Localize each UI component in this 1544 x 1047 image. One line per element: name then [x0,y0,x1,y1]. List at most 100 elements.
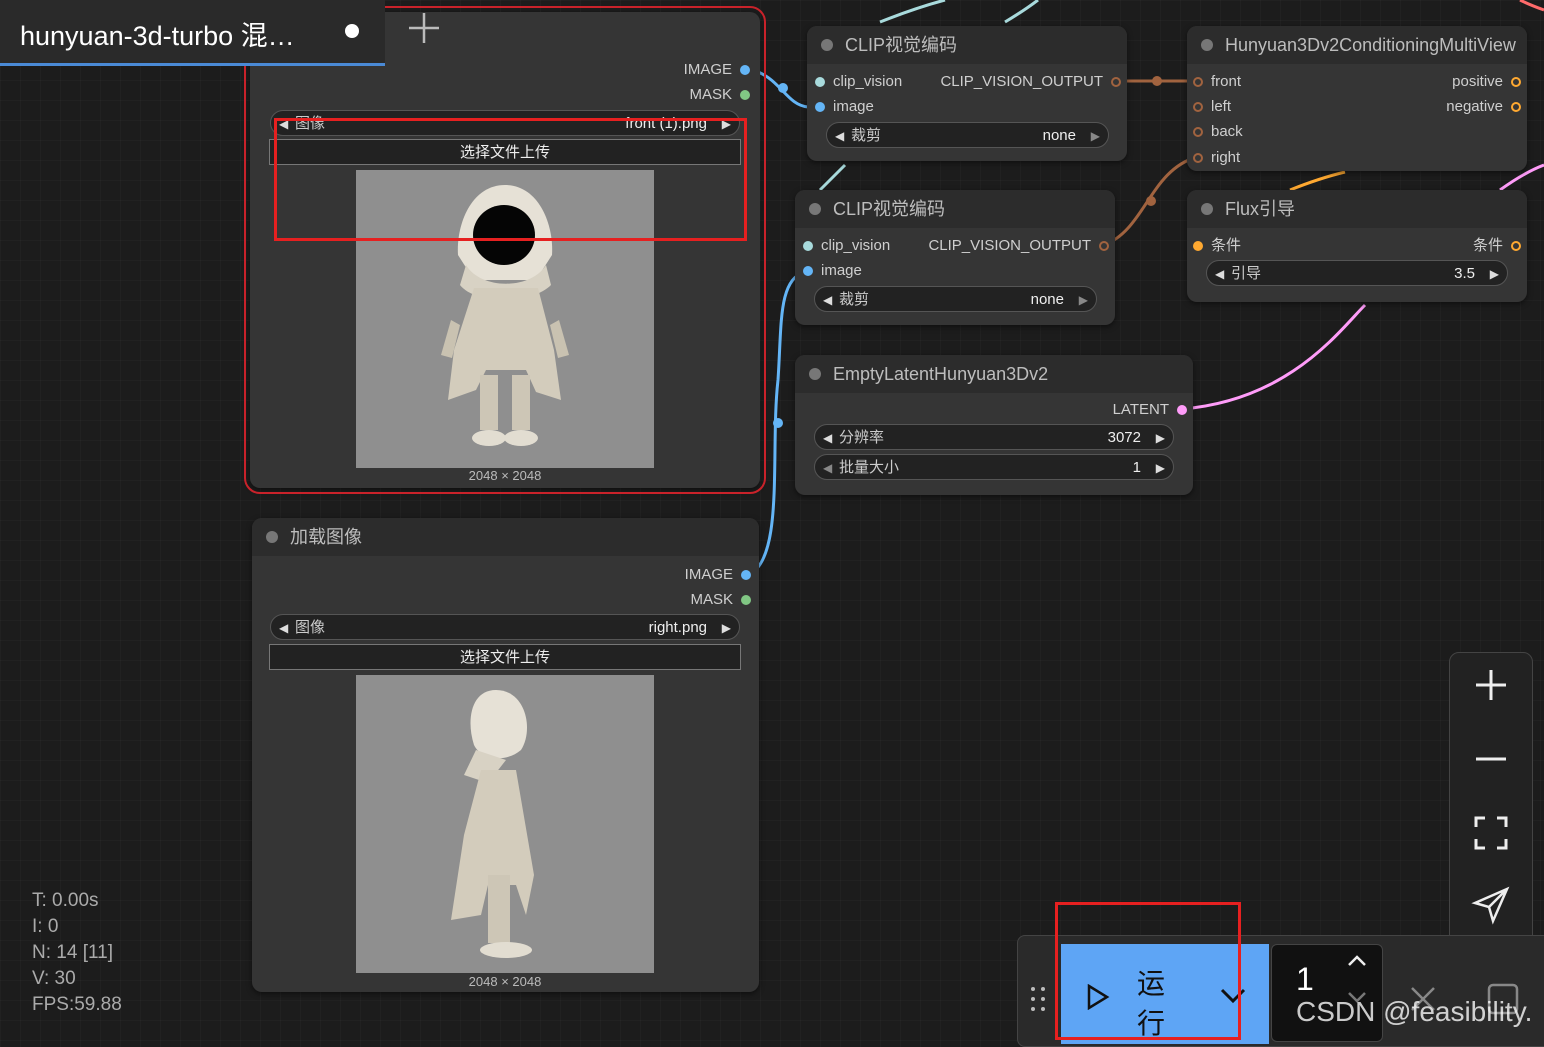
node-title: EmptyLatentHunyuan3Dv2 [833,364,1049,384]
input-image[interactable]: image [803,261,862,281]
image-input-pin[interactable] [803,266,813,276]
prev-arrow-icon[interactable]: ◀ [279,615,288,641]
zoom-out-icon[interactable] [1450,739,1532,799]
output-conditioning[interactable]: 条件 [1473,236,1521,256]
resolution-widget[interactable]: ◀ 分辨率 3072 ▶ [814,424,1174,450]
input-image[interactable]: image [815,97,874,117]
image-output-pin[interactable] [740,65,750,75]
clip-vision-output-pin[interactable] [1099,241,1109,251]
next-arrow-icon[interactable]: ▶ [1490,261,1499,287]
wire-top-right [1519,0,1544,12]
crop-widget[interactable]: ◀ 裁剪 none ▶ [814,286,1097,312]
input-back[interactable]: back [1193,122,1243,142]
conditioning-output-pin[interactable] [1511,241,1521,251]
next-arrow-icon[interactable]: ▶ [722,615,731,641]
mask-output-pin[interactable] [741,595,751,605]
image-input-pin[interactable] [815,102,825,112]
output-clip-vision-output[interactable]: CLIP_VISION_OUTPUT [928,236,1109,256]
clip-vision-output-pin[interactable] [1111,77,1121,87]
input-clip-vision[interactable]: clip_vision [803,236,890,256]
stat-nodes: N: 14 [11] [32,942,113,963]
collapse-dot-icon[interactable] [266,531,278,543]
input-clip-vision[interactable]: clip_vision [815,72,902,92]
clip-vision-encode-node-1[interactable]: CLIP视觉编码 clip_vision image CLIP_VISION_O… [807,26,1127,161]
batch-size-widget[interactable]: ◀ 批量大小 1 ▶ [814,454,1174,480]
wire-conditioning [1289,170,1346,192]
unsaved-dot-icon[interactable] [345,24,359,38]
output-latent[interactable]: LATENT [1113,400,1187,420]
run-label-2: 行 [1137,1008,1166,1039]
collapse-dot-icon[interactable] [1201,39,1213,51]
collapse-dot-icon[interactable] [821,39,833,51]
image-output-pin[interactable] [741,570,751,580]
prev-arrow-icon[interactable]: ◀ [823,455,832,481]
next-arrow-icon[interactable]: ▶ [1091,123,1100,149]
increment-icon[interactable] [1346,953,1368,974]
output-clip-vision-output[interactable]: CLIP_VISION_OUTPUT [940,72,1121,92]
run-button[interactable]: 运 行 [1061,944,1269,1044]
guidance-widget[interactable]: ◀ 引导 3.5 ▶ [1206,260,1508,286]
wire-clip-vision-top-2 [1004,0,1039,24]
next-arrow-icon[interactable]: ▶ [722,111,731,137]
collapse-dot-icon[interactable] [809,368,821,380]
conditioning-multiview-node[interactable]: Hunyuan3Dv2ConditioningMultiView front l… [1187,26,1527,171]
upload-button[interactable]: 选择文件上传 [269,644,741,670]
collapse-dot-icon[interactable] [1201,203,1213,215]
clip-vision-input-pin[interactable] [803,241,813,251]
front-input-pin[interactable] [1193,77,1203,87]
new-tab-plus-icon[interactable] [406,10,442,56]
empty-latent-node[interactable]: EmptyLatentHunyuan3Dv2 LATENT ◀ 分辨率 3072… [795,355,1193,495]
hooded-character-side-image [451,690,534,958]
stat-time: T: 0.00s [32,890,99,911]
load-image-node-right[interactable]: 加载图像 IMAGE MASK ◀ 图像 right.png ▶ 选择文件上传 … [252,518,759,992]
wire-latent [1181,303,1367,411]
node-title: Flux引导 [1225,199,1296,219]
flux-guidance-node[interactable]: Flux引导 条件 条件 ◀ 引导 3.5 ▶ [1187,190,1527,302]
next-arrow-icon[interactable]: ▶ [1156,455,1165,481]
crop-widget[interactable]: ◀ 裁剪 none ▶ [826,122,1109,148]
play-icon [1086,983,1110,1015]
mask-output-pin[interactable] [740,90,750,100]
left-input-pin[interactable] [1193,102,1203,112]
conditioning-input-pin[interactable] [1193,241,1203,251]
image-select-widget[interactable]: ◀ 图像 right.png ▶ [270,614,740,640]
chevron-down-icon[interactable] [1219,986,1247,1011]
output-positive[interactable]: positive [1452,72,1521,92]
prev-arrow-icon[interactable]: ◀ [823,287,832,313]
prev-arrow-icon[interactable]: ◀ [823,425,832,451]
back-input-pin[interactable] [1193,127,1203,137]
zoom-in-icon[interactable] [1450,665,1532,725]
output-mask[interactable]: MASK [690,590,751,610]
next-arrow-icon[interactable]: ▶ [1079,287,1088,313]
image-select-widget[interactable]: ◀ 图像 front (1).png ▶ [270,110,740,136]
output-negative[interactable]: negative [1446,97,1521,117]
fit-view-icon[interactable] [1450,813,1532,873]
load-image-node-front[interactable]: IMAGE MASK ◀ 图像 front (1).png ▶ 选择文件上传 2… [244,6,766,494]
prev-arrow-icon[interactable]: ◀ [835,123,844,149]
output-image[interactable]: IMAGE [685,565,751,585]
prev-arrow-icon[interactable]: ◀ [1215,261,1224,287]
prev-arrow-icon[interactable]: ◀ [279,111,288,137]
workflow-tab[interactable]: hunyuan-3d-turbo 混… [0,0,385,66]
clip-vision-encode-node-2[interactable]: CLIP视觉编码 clip_vision image CLIP_VISION_O… [795,190,1115,325]
node-title: CLIP视觉编码 [845,35,958,55]
input-right[interactable]: right [1193,148,1240,168]
latent-output-pin[interactable] [1177,405,1187,415]
output-image[interactable]: IMAGE [684,60,750,80]
negative-output-pin[interactable] [1511,102,1521,112]
input-front[interactable]: front [1193,72,1241,92]
right-input-pin[interactable] [1193,153,1203,163]
upload-button[interactable]: 选择文件上传 [269,139,741,165]
collapse-dot-icon[interactable] [809,203,821,215]
next-arrow-icon[interactable]: ▶ [1156,425,1165,451]
input-left[interactable]: left [1193,97,1231,117]
input-conditioning[interactable]: 条件 [1193,236,1241,256]
output-mask[interactable]: MASK [689,85,750,105]
image-preview [356,675,654,973]
performance-stats: T: 0.00s I: 0 N: 14 [11] V: 30 FPS:59.88 [32,888,122,1018]
clip-vision-input-pin[interactable] [815,77,825,87]
drag-handle-icon[interactable] [1028,984,1048,1019]
positive-output-pin[interactable] [1511,77,1521,87]
workflow-tab-title: hunyuan-3d-turbo 混… [20,21,295,51]
node-title: Hunyuan3Dv2ConditioningMultiView [1225,35,1516,55]
